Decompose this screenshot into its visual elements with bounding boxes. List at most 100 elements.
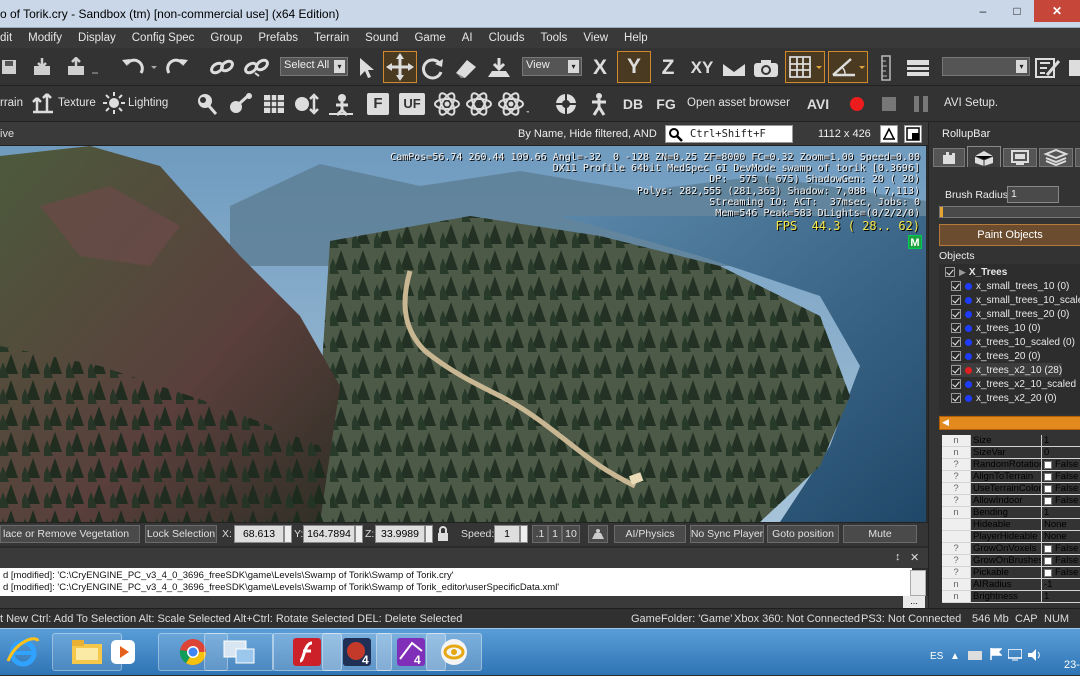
edit-layer-icon[interactable]: [1034, 56, 1062, 80]
view-mode-select[interactable]: View ▾: [522, 57, 582, 76]
list-item[interactable]: x_trees_x2_10_scaled: [951, 377, 1076, 391]
menu-group[interactable]: Group: [202, 32, 250, 44]
table-row[interactable]: n Size 1: [942, 435, 1080, 447]
console-output[interactable]: d [modified]: 'C:\CryENGINE_PC_v3_4_0_36…: [0, 568, 912, 596]
console-scrollbar[interactable]: [910, 570, 926, 596]
redo-icon[interactable]: [162, 56, 204, 78]
paint-brush-icon[interactable]: [226, 91, 254, 117]
prop-value[interactable]: None: [1041, 531, 1080, 543]
search-filter-mode[interactable]: By Name, Hide filtered, AND: [518, 128, 657, 140]
prop-value[interactable]: False: [1041, 495, 1080, 507]
speed-10-button[interactable]: 10: [562, 525, 580, 543]
export-icon[interactable]: [30, 56, 56, 78]
terrain-snap-icon[interactable]: [720, 56, 748, 80]
camera-icon[interactable]: [752, 56, 780, 80]
prop-value[interactable]: 1: [1041, 591, 1080, 603]
goto-position-button[interactable]: Goto position: [767, 525, 839, 543]
prop-checkbox[interactable]: [1044, 496, 1052, 505]
brush-radius-field[interactable]: 1: [1007, 186, 1059, 203]
prop-checkbox[interactable]: [1044, 544, 1052, 553]
list-item[interactable]: x_small_trees_10 (0): [951, 279, 1069, 293]
object-checkbox[interactable]: [951, 309, 961, 319]
object-checkbox[interactable]: [951, 379, 961, 389]
menu-tools[interactable]: Tools: [532, 32, 575, 44]
fg-button[interactable]: FG: [653, 91, 679, 117]
prop-value[interactable]: 1: [1041, 435, 1080, 447]
console-close-button[interactable]: ✕: [910, 551, 919, 564]
list-item-selected[interactable]: x_trees_x2_10 (28): [951, 363, 1063, 377]
console-pin-button[interactable]: ↕: [895, 551, 901, 563]
db-button[interactable]: DB: [620, 91, 646, 117]
list-item[interactable]: x_trees_10_scaled (0): [951, 335, 1075, 349]
table-row[interactable]: ? RandomRotation False: [942, 459, 1080, 471]
object-checkbox[interactable]: [951, 365, 961, 375]
texture-tool-button[interactable]: Texture: [58, 97, 96, 109]
prop-value[interactable]: False: [1041, 459, 1080, 471]
list-item[interactable]: x_trees_20 (0): [951, 349, 1040, 363]
table-row[interactable]: ? AlignToTerrain False: [942, 471, 1080, 483]
expand-arrow-icon[interactable]: ▶: [959, 267, 966, 278]
rotate-tool-icon[interactable]: [420, 56, 446, 80]
layers-icon[interactable]: [905, 56, 931, 80]
ball-icon[interactable]: [552, 91, 580, 117]
network-app-icon[interactable]: [204, 633, 274, 671]
prop-value[interactable]: False: [1041, 567, 1080, 579]
drop-to-terrain-icon[interactable]: [485, 56, 513, 80]
player-icon[interactable]: [586, 91, 612, 117]
speed-1-button[interactable]: 1: [548, 525, 562, 543]
menu-config-spec[interactable]: Config Spec: [124, 32, 203, 44]
paint-objects-button[interactable]: Paint Objects: [939, 224, 1080, 246]
viewport-label[interactable]: ive: [0, 128, 14, 140]
menu-terrain[interactable]: Terrain: [306, 32, 357, 44]
rollup-tab-layers[interactable]: [1039, 148, 1073, 167]
menu-display[interactable]: Display: [70, 32, 124, 44]
media-player-icon[interactable]: [86, 633, 160, 671]
menu-edit[interactable]: dit: [0, 32, 20, 44]
speed-0-1-button[interactable]: .1: [532, 525, 548, 543]
table-row[interactable]: ? Pickable False: [942, 567, 1080, 579]
axis-z-button[interactable]: Z: [655, 54, 681, 82]
tray-expand-icon[interactable]: ▲: [950, 651, 960, 662]
save-icon[interactable]: [0, 56, 18, 78]
menu-sound[interactable]: Sound: [357, 32, 406, 44]
pause-icon[interactable]: [910, 92, 932, 116]
menu-help[interactable]: Help: [616, 32, 656, 44]
list-item[interactable]: x_small_trees_20 (0): [951, 307, 1069, 321]
menu-prefabs[interactable]: Prefabs: [250, 32, 306, 44]
select-cursor-icon[interactable]: [354, 56, 378, 80]
stop-icon[interactable]: [878, 92, 900, 116]
prop-checkbox[interactable]: [1044, 472, 1052, 481]
axis-x-button[interactable]: X: [588, 54, 612, 82]
prop-value[interactable]: None: [1041, 519, 1080, 531]
object-checkbox[interactable]: [951, 281, 961, 291]
photo-viewer-icon[interactable]: [426, 633, 482, 671]
x-coordinate-field[interactable]: 68.613: [234, 525, 284, 543]
x-spinner[interactable]: [284, 525, 292, 543]
rollup-tab-display[interactable]: [1003, 148, 1037, 167]
prop-checkbox[interactable]: [1044, 460, 1052, 469]
edit-mode-button[interactable]: lace or Remove Vegetation: [0, 525, 140, 543]
object-checkbox[interactable]: [951, 337, 961, 347]
list-item[interactable]: x_trees_x2_20 (0): [951, 391, 1057, 405]
uf-button[interactable]: UF: [398, 91, 426, 117]
mute-button[interactable]: Mute: [843, 525, 917, 543]
terrain-tool-button[interactable]: rrain: [0, 97, 23, 109]
lighting-tool-button[interactable]: Lighting: [128, 97, 168, 109]
list-item[interactable]: x_trees_10 (0): [951, 321, 1040, 335]
terrain-collision-icon[interactable]: [588, 525, 608, 543]
menu-view[interactable]: View: [575, 32, 616, 44]
table-row[interactable]: Hideable None: [942, 519, 1080, 531]
character-icon[interactable]: [326, 91, 356, 117]
y-spinner[interactable]: [355, 525, 363, 543]
align-icon[interactable]: [292, 91, 322, 117]
ie-icon[interactable]: [0, 633, 46, 671]
objects-horizontal-scrollbar[interactable]: ◀: [939, 416, 1080, 430]
object-checkbox[interactable]: [951, 295, 961, 305]
ruler-icon[interactable]: [878, 54, 894, 82]
rollup-tab-create[interactable]: [933, 148, 965, 167]
table-row[interactable]: n Bending 1: [942, 507, 1080, 519]
atom-icon[interactable]: [432, 91, 462, 117]
flag-icon[interactable]: [990, 647, 1003, 664]
close-button[interactable]: ✕: [1034, 0, 1080, 22]
object-checkbox[interactable]: [951, 323, 961, 333]
